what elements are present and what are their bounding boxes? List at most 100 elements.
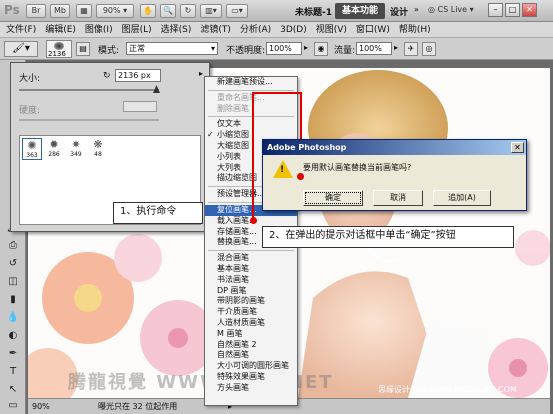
menu-analysis[interactable]: 分析(A) xyxy=(240,22,271,37)
menu-help[interactable]: 帮助(H) xyxy=(399,22,431,37)
tool-preset-picker[interactable]: 🖌▾ xyxy=(4,41,38,57)
menu-item[interactable]: 大小可调的圆形画笔 xyxy=(205,361,297,372)
zoom-value: 90% xyxy=(102,6,121,15)
minibridge-button[interactable]: Mb xyxy=(50,4,70,18)
menu-item-label: 小列表 xyxy=(217,151,241,161)
document-title: 未标题-1 xyxy=(295,8,332,18)
options-bar: 🖌▾ 2136 ▤ 模式: 正常 ▾ 不透明度: 100% ▸ ◉ 流量: 100… xyxy=(0,38,553,60)
shape-tool-icon[interactable]: ▭ xyxy=(5,398,21,414)
brush-picker[interactable]: 2136 xyxy=(46,40,72,58)
status-zoom[interactable]: 90% xyxy=(32,399,50,414)
menu-item[interactable]: 方头画笔 xyxy=(205,383,297,394)
menu-item-label: 基本画笔 xyxy=(217,263,249,273)
menu-item[interactable]: 自然画笔 xyxy=(205,350,297,361)
type-tool-icon[interactable]: T xyxy=(5,364,21,380)
screen-mode-button[interactable]: ▭▾ xyxy=(226,4,248,18)
menu-item[interactable]: 书法画笔 xyxy=(205,275,297,286)
menu-item-label: DP 画笔 xyxy=(217,285,247,295)
menu-item[interactable]: 特殊效果画笔 xyxy=(205,372,297,383)
gradient-tool-icon[interactable]: ▮ xyxy=(5,292,21,308)
menu-item[interactable]: DP 画笔 xyxy=(205,286,297,297)
menu-select[interactable]: 选择(S) xyxy=(161,22,192,37)
menu-item[interactable]: M 画笔 xyxy=(205,329,297,340)
menu-layer[interactable]: 图层(L) xyxy=(122,22,152,37)
zoom-dropdown[interactable]: 90% ▾ xyxy=(96,4,134,18)
cs-live-button[interactable]: ◎ CS Live ▾ xyxy=(428,5,474,14)
minimize-icon[interactable]: – xyxy=(488,3,503,17)
menu-window[interactable]: 窗口(W) xyxy=(356,22,390,37)
workspace-more-icon[interactable]: » xyxy=(414,5,419,14)
eraser-tool-icon[interactable]: ◫ xyxy=(5,274,21,290)
menu-item-label: 书法画笔 xyxy=(217,274,249,284)
view-extras-button[interactable]: ▦ xyxy=(76,4,92,18)
restore-icon[interactable]: □ xyxy=(505,3,520,17)
pressure-size-icon[interactable]: ◎ xyxy=(422,42,436,56)
brush-preset-item[interactable]: ❋ 48 xyxy=(88,138,108,160)
brush-preset-size: 48 xyxy=(94,151,102,158)
menu-item-label: 预设管理器... xyxy=(217,189,265,199)
brush-tip-icon xyxy=(54,42,64,50)
menu-item-label: 存储画笔... xyxy=(217,226,257,236)
size-slider-track[interactable] xyxy=(19,89,159,91)
cancel-button[interactable]: 取消 xyxy=(373,190,423,206)
history-brush-tool-icon[interactable]: ↺ xyxy=(5,256,21,272)
menu-item[interactable]: 干介质画笔 xyxy=(205,307,297,318)
menu-file[interactable]: 文件(F) xyxy=(6,22,36,37)
hardness-slider-track xyxy=(19,119,159,121)
zoom-tool-button[interactable]: 🔍 xyxy=(160,4,176,18)
flow-slider-arrow-icon[interactable]: ▸ xyxy=(394,43,398,52)
brush-panel-toggle-icon[interactable]: ▤ xyxy=(76,42,90,56)
menu-edit[interactable]: 编辑(E) xyxy=(45,22,76,37)
path-selection-tool-icon[interactable]: ↖ xyxy=(5,382,21,398)
dialog-close-icon[interactable]: ✕ xyxy=(511,142,524,153)
append-button[interactable]: 追加(A) xyxy=(433,190,491,206)
dodge-tool-icon[interactable]: ◐ xyxy=(5,328,21,344)
reset-size-icon[interactable]: ↻ xyxy=(103,71,111,81)
menu-item[interactable]: 带阴影的画笔 xyxy=(205,296,297,307)
menu-item-label: 干介质画笔 xyxy=(217,307,257,317)
menu-item[interactable]: 人造材质画笔 xyxy=(205,318,297,329)
arrange-documents-button[interactable]: ▥▾ xyxy=(200,4,222,18)
hand-tool-button[interactable]: ✋ xyxy=(140,4,156,18)
opacity-input[interactable]: 100% xyxy=(266,42,302,55)
menu-item-label: 混合画笔 xyxy=(217,253,249,263)
brush-preset-item[interactable]: ✺ 363 xyxy=(22,138,42,160)
menu-item[interactable]: 混合画笔 xyxy=(205,253,297,264)
brush-preset-thumb-icon: ✺ xyxy=(27,139,37,152)
close-icon[interactable]: ✕ xyxy=(522,3,537,17)
mode-select[interactable]: 正常 ▾ xyxy=(126,42,218,55)
menu-item[interactable]: 基本画笔 xyxy=(205,264,297,275)
rotate-view-button[interactable]: ↻ xyxy=(180,4,196,18)
size-input[interactable]: 2136 px xyxy=(115,69,161,82)
menu-view[interactable]: 视图(V) xyxy=(316,22,347,37)
flow-input[interactable]: 100% xyxy=(356,42,392,55)
clone-stamp-tool-icon[interactable]: ⎙ xyxy=(5,238,21,254)
panel-menu-icon[interactable]: ▸ xyxy=(199,69,203,78)
menu-3d[interactable]: 3D(D) xyxy=(280,22,307,37)
workspace-basic-button[interactable]: 基本功能 xyxy=(335,3,385,19)
menu-item[interactable]: 自然画笔 2 xyxy=(205,340,297,351)
workspace-design-button[interactable]: 设计 xyxy=(390,5,408,18)
brush-preset-item[interactable]: ✷ 349 xyxy=(66,138,86,160)
size-label: 大小: xyxy=(19,74,41,84)
mode-value: 正常 xyxy=(129,44,145,53)
pressure-opacity-icon[interactable]: ◉ xyxy=(314,42,328,56)
menu-image[interactable]: 图像(I) xyxy=(85,22,113,37)
step1-callout: 1、执行命令 xyxy=(113,202,203,224)
menu-item-label: 人造材质画笔 xyxy=(217,317,265,327)
pen-tool-icon[interactable]: ✒ xyxy=(5,346,21,362)
opacity-slider-arrow-icon[interactable]: ▸ xyxy=(304,43,308,52)
ok-button[interactable]: 确定 xyxy=(303,190,363,206)
airbrush-icon[interactable]: ✈ xyxy=(404,42,418,56)
menu-item: 重命名画笔... xyxy=(205,93,297,104)
callout-line xyxy=(252,92,254,222)
menu-item[interactable]: 新建画笔预设... xyxy=(205,77,297,88)
blur-tool-icon[interactable]: 💧 xyxy=(5,310,21,326)
warning-icon-mark: ! xyxy=(280,165,285,175)
menu-item-label: 大小可调的圆形画笔 xyxy=(217,361,289,371)
menu-item[interactable]: 仅文本 xyxy=(205,119,297,130)
bridge-button[interactable]: Br xyxy=(26,4,46,18)
brush-preset-item[interactable]: ✹ 286 xyxy=(44,138,64,160)
title-bar: Ps Br Mb ▦ 90% ▾ ✋ 🔍 ↻ ▥▾ ▭▾ 未标题-1 基本功能 … xyxy=(0,0,553,22)
menu-filter[interactable]: 滤镜(T) xyxy=(200,22,231,37)
